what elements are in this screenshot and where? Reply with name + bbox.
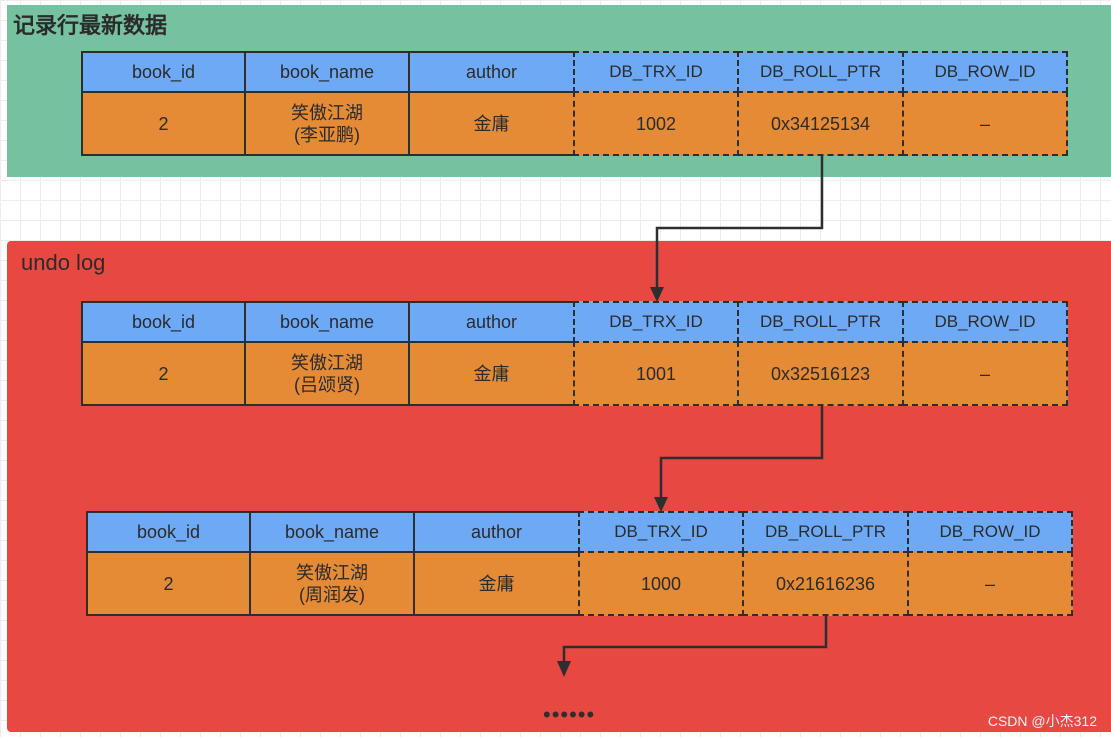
roll-pointer-arrows [557,156,828,677]
continuation-ellipsis: •••••• [543,702,596,727]
arrowhead-icon [650,287,664,302]
arrowhead-icon [654,497,668,512]
watermark: CSDN @小杰312 [987,713,1097,729]
roll-pointer-arrow-3 [557,616,828,677]
roll-pointer-arrow-2 [654,406,824,512]
roll-pointer-arrow-1 [650,156,824,302]
arrowhead-icon [557,661,571,677]
